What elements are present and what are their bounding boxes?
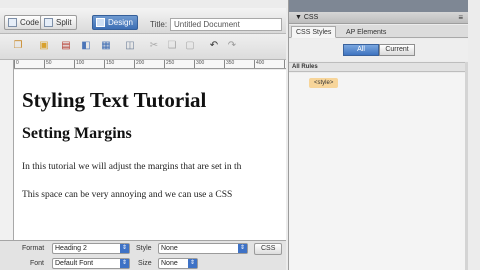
document-heading-1[interactable]: Styling Text Tutorial <box>22 88 206 113</box>
view-options-icon[interactable]: ◫ <box>124 40 136 52</box>
undo-icon[interactable]: ↶ <box>208 40 220 52</box>
size-select[interactable]: None ⇕ <box>158 258 198 269</box>
all-rules-header: All Rules <box>289 62 465 72</box>
refresh-icon[interactable]: ▦ <box>100 40 112 52</box>
format-label: Format <box>22 245 45 252</box>
ruler-tick: 50 <box>44 60 52 68</box>
document-heading-2[interactable]: Setting Margins <box>22 125 132 143</box>
ruler-tick: 100 <box>74 60 84 68</box>
copy-icon[interactable]: ❏ <box>166 40 178 52</box>
css-panel-header[interactable]: ▼ CSS ≡ <box>289 12 469 24</box>
css-panel-tabs: CSS Styles AP Elements <box>289 25 469 38</box>
document-toolbar: Code Split Design Title: Untitled Docume… <box>0 8 286 34</box>
css-panel-group: ▼ CSS ≡ CSS Styles AP Elements All Curre… <box>288 0 469 270</box>
dropdown-arrow-icon: ⇕ <box>238 244 247 253</box>
style-rule-item[interactable]: <style> <box>309 78 339 88</box>
property-inspector: Format Heading 2 ⇕ Style None ⇕ CSS Font… <box>0 240 286 270</box>
current-mode-button[interactable]: Current <box>379 44 415 56</box>
dropdown-arrow-icon: ⇕ <box>188 259 197 268</box>
ruler-tick: 250 <box>164 60 174 68</box>
paste-icon[interactable]: ▢ <box>184 40 196 52</box>
design-view-document[interactable]: Styling Text Tutorial Setting Margins In… <box>14 70 286 240</box>
document-title-input[interactable]: Untitled Document <box>170 18 282 31</box>
rules-list: <style> <box>289 73 465 270</box>
open-folder-icon[interactable]: ▣ <box>38 40 50 52</box>
panel-options-icon[interactable]: ≡ <box>458 12 463 24</box>
font-label: Font <box>30 260 45 267</box>
font-select[interactable]: Default Font ⇕ <box>52 258 130 269</box>
ruler-tick: 0 <box>14 60 19 68</box>
code-view-label: Code <box>20 18 40 27</box>
dropdown-arrow-icon: ⇕ <box>120 259 129 268</box>
app-window: Code Split Design Title: Untitled Docume… <box>0 0 480 270</box>
code-view-icon <box>8 18 17 27</box>
ruler-tick: 450 <box>284 60 286 68</box>
code-view-button[interactable]: Code <box>4 15 45 30</box>
preview-icon[interactable]: ◧ <box>80 40 92 52</box>
style-value: None <box>161 245 178 252</box>
tab-css-styles[interactable]: CSS Styles <box>291 26 337 38</box>
design-view-icon <box>96 18 105 27</box>
design-view-label: Design <box>108 18 133 27</box>
document-paragraph-1[interactable]: In this tutorial we will adjust the marg… <box>22 162 241 172</box>
vertical-ruler <box>0 60 14 240</box>
split-view-button[interactable]: Split <box>40 15 77 30</box>
size-value: None <box>161 260 178 267</box>
right-dock-edge <box>468 0 480 270</box>
file-management-icon[interactable]: ▤ <box>60 40 72 52</box>
ruler-tick: 150 <box>104 60 114 68</box>
ruler-tick: 350 <box>224 60 234 68</box>
cut-icon[interactable]: ✂ <box>148 40 160 52</box>
title-label: Title: <box>150 20 168 29</box>
size-label: Size <box>138 260 152 267</box>
css-panel-title: ▼ CSS <box>295 14 319 21</box>
dropdown-arrow-icon: ⇕ <box>120 244 129 253</box>
font-value: Default Font <box>55 260 94 267</box>
redo-icon[interactable]: ↷ <box>226 40 238 52</box>
tools-toolbar: ❐ ▣ ▤ ◧ ▦ ◫ ✂ ❏ ▢ ↶ ↷ <box>0 34 286 60</box>
tab-ap-elements[interactable]: AP Elements <box>341 26 391 38</box>
design-view-button[interactable]: Design <box>92 15 138 30</box>
style-label: Style <box>136 245 152 252</box>
css-button[interactable]: CSS <box>254 243 283 255</box>
style-select[interactable]: None ⇕ <box>158 243 248 254</box>
horizontal-ruler: 0 50 100 150 200 250 300 350 400 450 <box>14 60 286 69</box>
format-select[interactable]: Heading 2 ⇕ <box>52 243 130 254</box>
mode-switcher: All Current <box>289 39 469 61</box>
ruler-tick: 400 <box>254 60 264 68</box>
panel-title-strip <box>289 0 469 12</box>
new-document-icon[interactable]: ❐ <box>12 40 24 52</box>
split-view-icon <box>44 18 53 27</box>
document-paragraph-2[interactable]: This space can be very annoying and we c… <box>22 190 232 200</box>
format-value: Heading 2 <box>55 245 87 252</box>
ruler-tick: 200 <box>134 60 144 68</box>
all-mode-button[interactable]: All <box>343 44 379 56</box>
split-view-label: Split <box>56 18 72 27</box>
ruler-tick: 300 <box>194 60 204 68</box>
